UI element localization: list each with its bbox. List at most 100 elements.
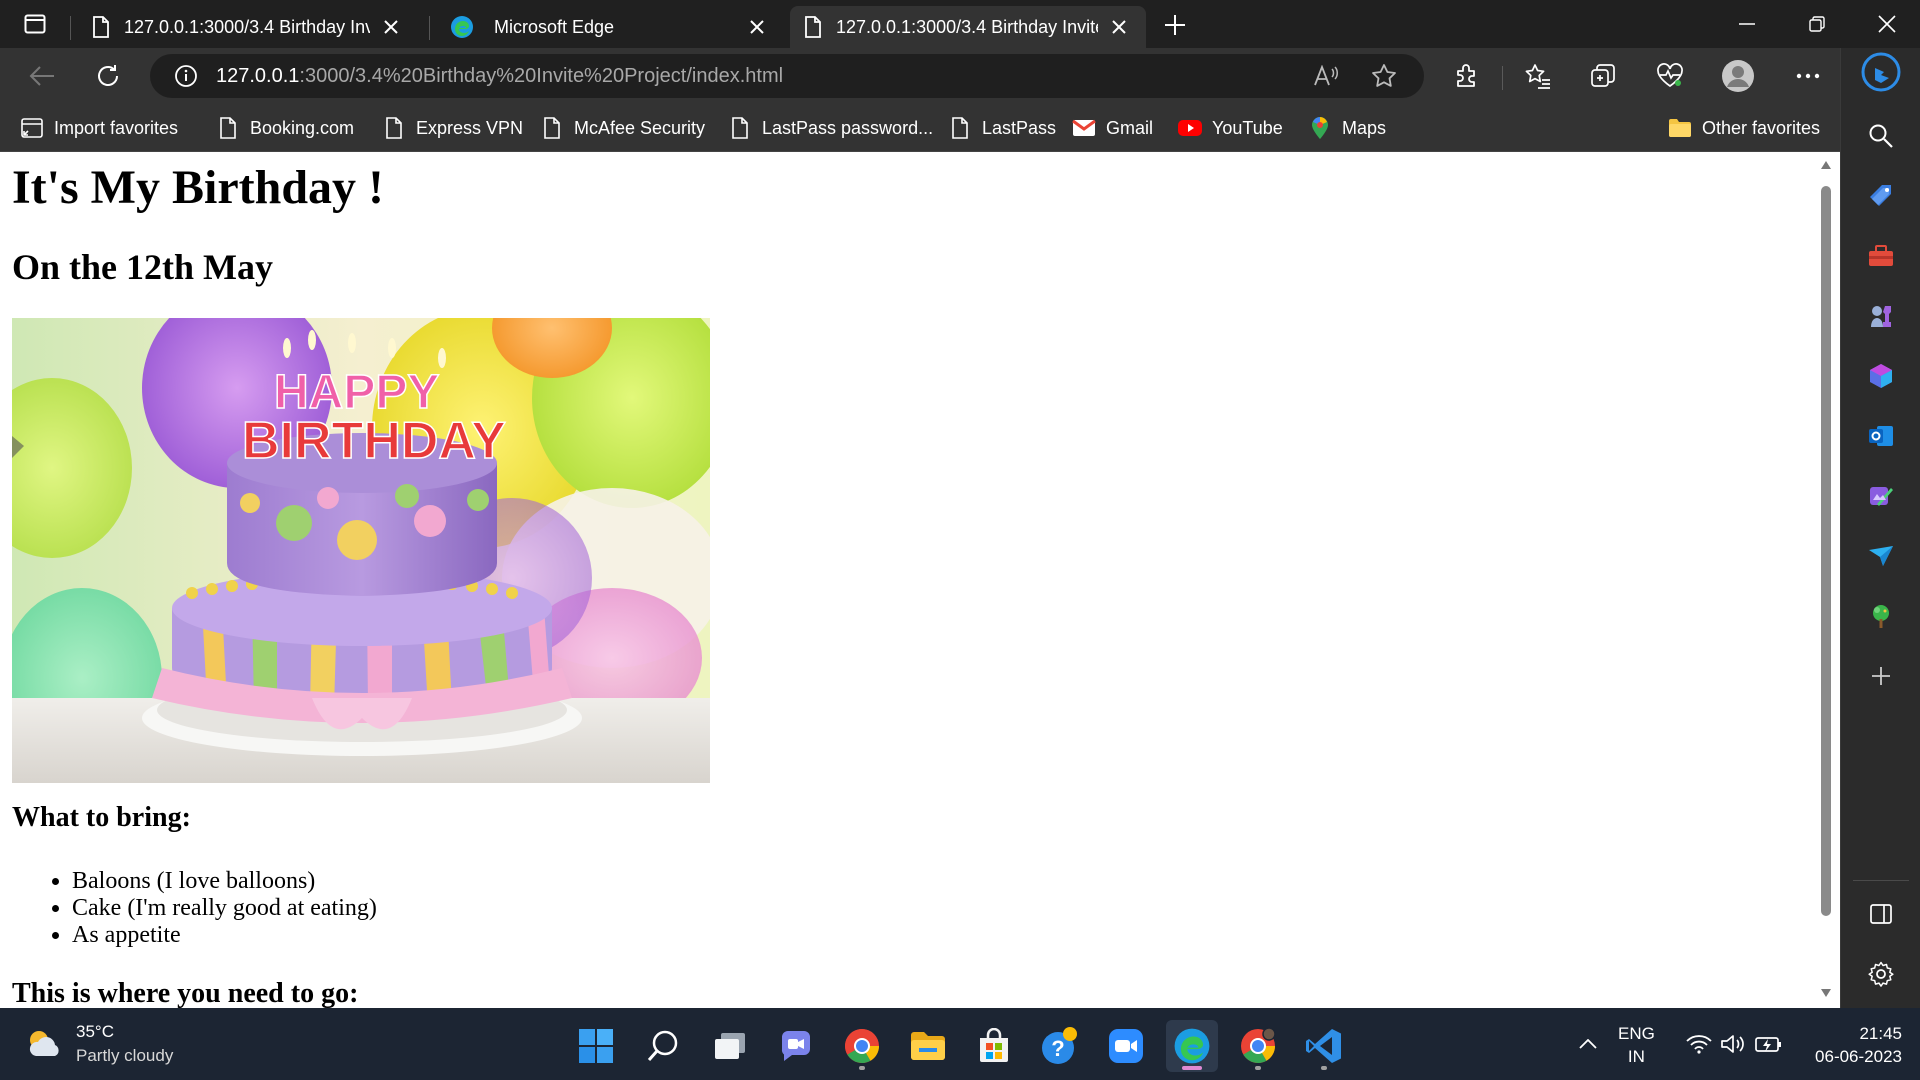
taskbar-search-button[interactable] [638, 1020, 690, 1072]
tab-close-button[interactable] [1106, 14, 1132, 40]
chrome-icon [845, 1029, 879, 1063]
tab-actions-button[interactable] [12, 8, 58, 40]
favorite-mcafee[interactable]: McAfee Security [540, 112, 705, 144]
page-icon [216, 116, 240, 140]
page-viewport[interactable]: It's My Birthday ! On the 12th May HAPPY… [0, 152, 1840, 1008]
weather-widget[interactable]: 35°C Partly cloudy [24, 1020, 173, 1068]
star-icon [1372, 64, 1396, 87]
extensions-button[interactable] [1446, 56, 1486, 96]
battery-charging-icon [1755, 1037, 1781, 1052]
refresh-button[interactable] [88, 56, 128, 96]
tab-1[interactable]: 127.0.0.1:3000/3.4 Birthday Invite [78, 6, 418, 48]
favorite-gmail[interactable]: Gmail [1072, 112, 1153, 144]
tab-2[interactable]: Microsoft Edge [436, 6, 784, 48]
favorite-label: YouTube [1212, 117, 1283, 138]
edge-sidebar [1840, 48, 1920, 1008]
wifi-status[interactable] [1684, 1024, 1714, 1064]
folder-icon [1668, 116, 1692, 140]
chrome-profile-app-button[interactable] [1232, 1020, 1284, 1072]
region-code: IN [1627, 1047, 1645, 1066]
tab-3-active[interactable]: 127.0.0.1:3000/3.4 Birthday Invite [790, 6, 1146, 48]
vscode-app-button[interactable] [1298, 1020, 1350, 1072]
restore-button[interactable] [1782, 0, 1852, 48]
battery-status[interactable] [1752, 1024, 1786, 1064]
read-aloud-icon [1314, 65, 1338, 86]
running-indicator [1255, 1066, 1261, 1070]
office-button[interactable] [1861, 356, 1901, 396]
other-favorites-folder[interactable]: Other favorites [1668, 112, 1820, 144]
favorite-lastpass[interactable]: LastPass [948, 112, 1056, 144]
volume-status[interactable] [1718, 1024, 1748, 1064]
more-button[interactable] [1788, 56, 1828, 96]
page-icon [948, 116, 972, 140]
start-button[interactable] [570, 1020, 622, 1072]
scrollbar-thumb[interactable] [1821, 186, 1831, 916]
favorites-button[interactable] [1518, 56, 1558, 96]
get-help-button[interactable]: ? [1034, 1020, 1086, 1072]
back-button[interactable] [22, 56, 62, 96]
page-icon [805, 16, 821, 38]
favorite-label: Gmail [1106, 117, 1154, 138]
tab-close-button[interactable] [744, 14, 770, 40]
add-sidebar-app-button[interactable] [1861, 656, 1901, 696]
restore-icon [1809, 16, 1825, 32]
toolbar-divider [1502, 66, 1503, 90]
read-aloud-button[interactable] [1306, 56, 1346, 96]
tree-button[interactable] [1861, 596, 1901, 636]
microsoft-store-button[interactable] [968, 1020, 1020, 1072]
edge-app-button[interactable] [1166, 1020, 1218, 1072]
send-button[interactable] [1861, 536, 1901, 576]
list-item: As appetite [72, 922, 377, 949]
chrome-app-button[interactable] [836, 1020, 888, 1072]
hide-sidebar-button[interactable] [1861, 894, 1901, 934]
zoom-app-button[interactable] [1100, 1020, 1152, 1072]
site-info-button[interactable] [166, 56, 206, 96]
favorite-label: LastPass password... [762, 117, 934, 138]
zoom-icon [1109, 1029, 1143, 1063]
favorite-maps[interactable]: Maps [1308, 112, 1386, 144]
designer-button[interactable] [1861, 476, 1901, 516]
info-icon [175, 65, 197, 87]
system-clock[interactable]: 21:45 06-06-2023 [1798, 1022, 1902, 1068]
scroll-down-arrow-icon[interactable] [1820, 988, 1832, 998]
svg-text:?: ? [1051, 1036, 1064, 1061]
sidebar-settings-button[interactable] [1861, 954, 1901, 994]
task-view-button[interactable] [704, 1020, 756, 1072]
collections-button[interactable] [1584, 56, 1624, 96]
favorite-lastpass-password[interactable]: LastPass password... [728, 112, 933, 144]
minimize-button[interactable] [1712, 0, 1782, 48]
outlook-button[interactable] [1861, 416, 1901, 456]
add-favorite-button[interactable] [1364, 56, 1404, 96]
language-indicator[interactable]: ENG IN [1618, 1022, 1655, 1068]
vertical-scrollbar[interactable] [1812, 152, 1840, 1008]
profile-button[interactable] [1718, 56, 1758, 96]
windows-icon [579, 1029, 613, 1063]
teams-chat-button[interactable] [770, 1020, 822, 1072]
favorite-label: McAfee Security [574, 117, 706, 138]
tab-close-button[interactable] [378, 14, 404, 40]
favorite-import[interactable]: Import favorites [20, 112, 178, 144]
scroll-up-arrow-icon[interactable] [1820, 160, 1832, 170]
games-button[interactable] [1861, 296, 1901, 336]
search-icon [1869, 124, 1893, 148]
favorite-label: LastPass [982, 117, 1057, 138]
cake-topper-text-birthday: BIRTHDAY [242, 412, 506, 470]
sidebar-divider [1853, 880, 1909, 881]
favorite-booking[interactable]: Booking.com [216, 112, 354, 144]
close-window-button[interactable] [1852, 0, 1920, 48]
browser-essentials-button[interactable] [1650, 56, 1690, 96]
favorite-youtube[interactable]: YouTube [1178, 112, 1283, 144]
task-view-icon [715, 1033, 745, 1059]
search-button[interactable] [1861, 116, 1901, 156]
outlook-icon [1869, 426, 1893, 446]
close-icon [1878, 15, 1896, 33]
shopping-button[interactable] [1861, 176, 1901, 216]
show-hidden-icons-button[interactable] [1576, 1024, 1600, 1064]
favorite-expressvpn[interactable]: Express VPN [382, 112, 523, 144]
tools-button[interactable] [1861, 236, 1901, 276]
new-tab-button[interactable] [1158, 8, 1192, 42]
address-bar[interactable]: 127.0.0.1:3000/3.4%20Birthday%20Invite%2… [150, 54, 1424, 98]
tab-title: 127.0.0.1:3000/3.4 Birthday Invite [836, 16, 1098, 37]
file-explorer-button[interactable] [902, 1020, 954, 1072]
bing-copilot-button[interactable] [1861, 52, 1901, 92]
